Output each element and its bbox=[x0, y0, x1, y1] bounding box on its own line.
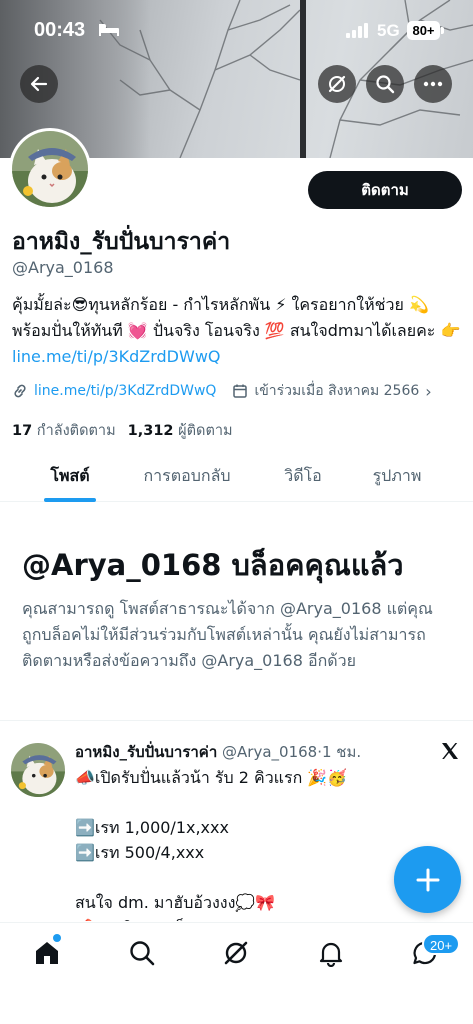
sleep-mode-icon bbox=[99, 24, 119, 36]
chevron-right-icon[interactable]: › bbox=[425, 382, 431, 401]
more-icon bbox=[423, 81, 443, 87]
grok-icon bbox=[328, 75, 346, 93]
cat-avatar-image bbox=[12, 131, 88, 207]
explore-icon bbox=[130, 941, 155, 966]
post-avatar[interactable] bbox=[11, 743, 65, 797]
status-bar: 00:43 5G 80+ bbox=[0, 0, 473, 60]
x-logo-icon bbox=[442, 743, 458, 759]
grok-button[interactable] bbox=[318, 65, 356, 103]
joined-date: เข้าร่วมเมื่อ สิงหาคม 2566 bbox=[254, 383, 420, 399]
compose-button[interactable] bbox=[394, 846, 461, 913]
link-icon bbox=[14, 384, 26, 398]
tab-videos[interactable]: วิดีโอ bbox=[258, 450, 348, 502]
profile-display-name: อาหมิง_รับปั่นบาราค่า bbox=[12, 229, 231, 255]
tab-posts[interactable]: โพสต์ bbox=[22, 450, 118, 502]
bio-link[interactable]: line.me/ti/p/3KdZrdDWwQ bbox=[12, 347, 221, 366]
profile-meta: line.me/ti/p/3KdZrdDWwQ เข้าร่วมเมื่อ สิ… bbox=[12, 380, 464, 402]
post-header: อาหมิง_รับปั่นบาราค่า @Arya_0168·1 ชม. bbox=[75, 740, 361, 764]
signal-icon bbox=[346, 23, 368, 38]
home-icon bbox=[36, 942, 58, 964]
blocked-message: คุณสามารถดู โพสต์สาธารณะได้จาก @Arya_016… bbox=[22, 599, 433, 670]
nav-home[interactable] bbox=[33, 939, 63, 969]
bottom-navigation: 20+ bbox=[0, 922, 473, 1024]
followers-link[interactable]: 1,312 ผู้ติดตาม bbox=[128, 423, 233, 439]
profile-tabs: โพสต์ การตอบกลับ วิดีโอ รูปภาพ bbox=[0, 450, 473, 502]
blocked-title: @Arya_0168 บล็อคคุณแล้ว bbox=[22, 548, 404, 582]
search-button[interactable] bbox=[366, 65, 404, 103]
follow-counts: 17 กำลังติดตาม 1,312 ผู้ติดตาม bbox=[12, 419, 233, 442]
search-icon bbox=[376, 75, 395, 94]
back-arrow-icon bbox=[30, 76, 48, 92]
bell-icon bbox=[319, 942, 343, 968]
profile-handle: @Arya_0168 bbox=[12, 258, 114, 277]
post-author-handle[interactable]: @Arya_0168 bbox=[222, 743, 317, 761]
nav-grok[interactable] bbox=[222, 939, 252, 969]
status-time: 00:43 bbox=[34, 19, 86, 41]
following-link[interactable]: 17 กำลังติดตาม bbox=[12, 423, 116, 439]
bio-text: คุ้มมั้ยล่ะ😎ทุนหลักร้อย - กำไรหลักพัน ⚡ … bbox=[12, 295, 461, 340]
plus-icon bbox=[416, 868, 439, 891]
follow-button[interactable]: ติดตาม bbox=[308, 171, 462, 209]
profile-bio: คุ้มมั้ยล่ะ😎ทุนหลักร้อย - กำไรหลักพัน ⚡ … bbox=[12, 292, 464, 370]
home-notification-dot bbox=[53, 934, 61, 942]
tab-replies[interactable]: การตอบกลับ bbox=[124, 450, 250, 502]
messages-badge: 20+ bbox=[422, 933, 461, 955]
website-link[interactable]: line.me/ti/p/3KdZrdDWwQ bbox=[34, 383, 216, 399]
network-type: 5G bbox=[377, 21, 400, 40]
back-button[interactable] bbox=[20, 65, 58, 103]
post-time: ·1 ชม. bbox=[317, 743, 362, 761]
post-author-name[interactable]: อาหมิง_รับปั่นบาราค่า bbox=[75, 743, 217, 761]
nav-explore[interactable] bbox=[128, 939, 158, 969]
nav-notifications[interactable] bbox=[317, 939, 347, 969]
tab-photos[interactable]: รูปภาพ bbox=[352, 450, 442, 502]
grok-nav-icon bbox=[224, 941, 248, 965]
battery-indicator: 80+ bbox=[407, 21, 440, 40]
more-button[interactable] bbox=[414, 65, 452, 103]
profile-avatar[interactable] bbox=[9, 128, 91, 210]
calendar-icon bbox=[233, 384, 248, 398]
post-text: 📣เปิดรับปั่นแล้วน้า รับ 2 คิวแรก 🎉🥳 ➡️เร… bbox=[75, 768, 348, 921]
